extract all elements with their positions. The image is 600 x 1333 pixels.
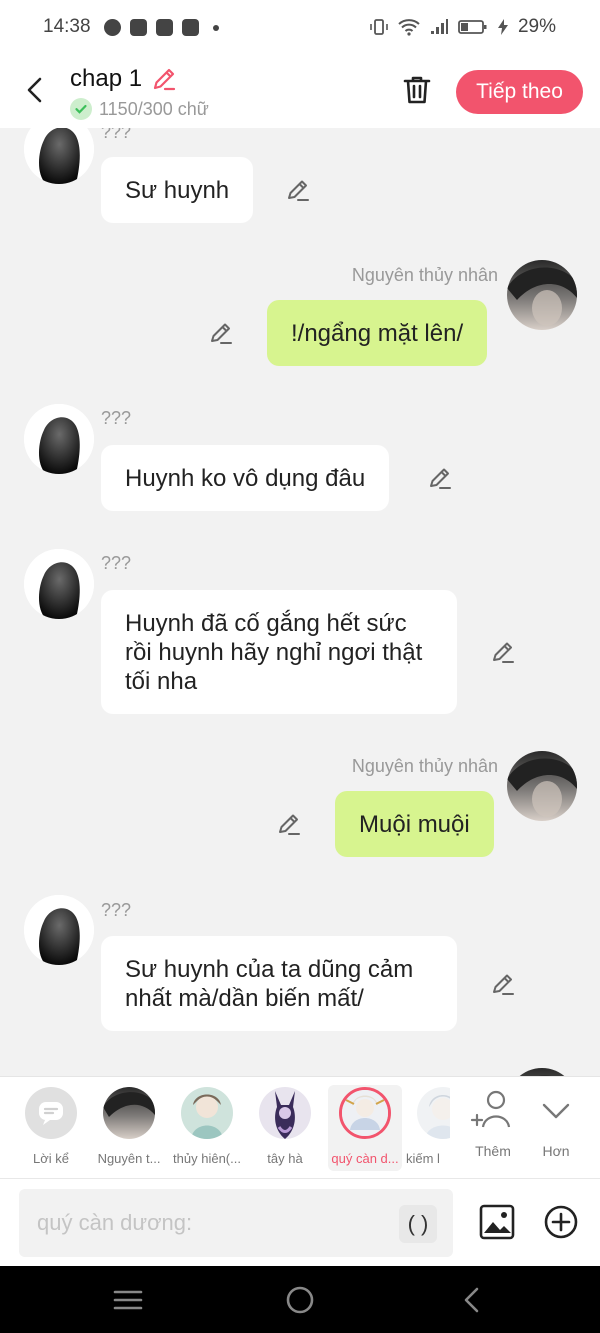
message-bubble[interactable]: Huynh đã cố gắng hết sức rồi huynh hãy n… (101, 590, 457, 714)
insert-image-button[interactable] (478, 1203, 516, 1241)
add-person-icon (470, 1090, 511, 1128)
avatar (259, 1087, 311, 1139)
character-label: Lời kể (33, 1151, 69, 1166)
character-selector: Lời kể Nguyên t... thủy hiên(... tây hà … (0, 1076, 600, 1178)
character-label: quý càn d... (331, 1151, 399, 1166)
avatar (103, 1087, 155, 1139)
avatar (339, 1087, 391, 1139)
chat-bubble-icon (25, 1087, 77, 1139)
message-sender: Nguyên thủy nhân (351, 265, 498, 285)
avatar-unknown[interactable] (24, 549, 94, 619)
next-button[interactable]: Tiếp theo (456, 70, 583, 114)
edit-title-icon[interactable] (150, 65, 178, 93)
plus-circle-icon (544, 1205, 578, 1239)
message-sender: ??? (101, 128, 132, 142)
character-label: tây hà (267, 1151, 303, 1166)
pencil-icon[interactable] (426, 464, 454, 492)
avatar (417, 1087, 450, 1139)
battery-percent: 29% (517, 16, 556, 37)
chevron-left-icon (27, 77, 42, 103)
more-notifications-dot (213, 24, 219, 31)
pencil-icon[interactable] (284, 176, 312, 204)
system-icons: 29% (369, 16, 556, 38)
system-navigation-bar (0, 1266, 600, 1333)
back-button[interactable] (18, 70, 54, 110)
add-character-button[interactable]: Thêm (463, 1085, 523, 1171)
message-bubble[interactable]: Sư huynh (101, 157, 254, 223)
word-count-row: 1150/300 chữ (70, 98, 209, 120)
message-bubble[interactable]: Muội muội (335, 791, 494, 857)
character-quy-can-duong[interactable]: quý càn d... (328, 1085, 402, 1171)
input-container: ( ) (19, 1189, 453, 1257)
status-bar: 14:38 29% (0, 0, 600, 56)
title-row: chap 1 (70, 65, 178, 93)
battery-icon (458, 20, 487, 34)
message-sender: ??? (101, 553, 132, 573)
recent-apps-icon[interactable] (111, 1283, 145, 1317)
character-thuy-hien[interactable]: thủy hiên(... (170, 1085, 244, 1171)
facebook-icon (130, 19, 147, 36)
charging-icon (497, 19, 508, 35)
pencil-icon[interactable] (489, 638, 517, 666)
system-back-icon[interactable] (456, 1283, 490, 1317)
wifi-icon (398, 19, 420, 36)
character-label: kiếm l (406, 1151, 440, 1166)
capcut-icon (156, 19, 173, 36)
avatar-unknown[interactable] (24, 404, 94, 474)
signal-icon (430, 19, 448, 34)
message-sender: ??? (101, 900, 132, 920)
message-bubble[interactable]: !/ngẩng mặt lên/ (267, 300, 488, 366)
action-paren-button[interactable]: ( ) (399, 1205, 437, 1243)
pencil-icon[interactable] (275, 810, 303, 838)
message-bubble[interactable]: Sư huynh của ta dũng cảm nhất mà/dần biế… (101, 936, 457, 1031)
image-icon (479, 1204, 515, 1240)
character-tay-ha[interactable]: tây hà (248, 1085, 322, 1171)
character-label: Nguyên t... (97, 1151, 161, 1166)
message-bubble[interactable]: Huynh ko vô dụng đâu (101, 445, 390, 511)
chat-area[interactable]: ??? Sư huynh Nguyên thủy nhân !/ngẩng mặ… (0, 128, 600, 1076)
trash-icon (403, 76, 431, 104)
character-kiem[interactable]: kiếm l (406, 1085, 450, 1171)
message-sender: ??? (101, 408, 132, 428)
pencil-icon[interactable] (489, 970, 517, 998)
status-time: 14:38 (43, 16, 91, 37)
message-composer: ( ) (0, 1178, 600, 1266)
expand-label: Hơn (542, 1143, 570, 1159)
notification-icons (104, 19, 219, 36)
message-sender: Nguyên thủy nhân (351, 756, 498, 776)
message-input[interactable] (37, 1189, 397, 1257)
delete-button[interactable] (399, 72, 435, 108)
avatar-nguyen[interactable] (507, 751, 577, 821)
youtube-icon (182, 19, 199, 36)
add-button[interactable] (543, 1204, 579, 1240)
character-nguyen[interactable]: Nguyên t... (92, 1085, 166, 1171)
avatar-unknown[interactable] (24, 128, 94, 184)
avatar (181, 1087, 233, 1139)
word-count: 1150/300 chữ (99, 98, 209, 119)
avatar-unknown[interactable] (24, 895, 94, 965)
chevron-down-icon (542, 1103, 570, 1119)
character-narrator[interactable]: Lời kể (14, 1085, 88, 1171)
avatar-nguyen[interactable] (507, 260, 577, 330)
pencil-icon[interactable] (207, 319, 235, 347)
messenger-icon (104, 19, 121, 36)
character-label: thủy hiên(... (173, 1151, 241, 1166)
avatar-nguyen[interactable] (507, 1068, 577, 1076)
vibrate-icon (370, 19, 388, 35)
check-icon (70, 98, 92, 120)
editor-header: chap 1 1150/300 chữ Tiếp theo (0, 56, 600, 128)
home-icon[interactable] (283, 1283, 317, 1317)
expand-button[interactable]: Hơn (526, 1085, 586, 1171)
chapter-title: chap 1 (70, 65, 143, 92)
